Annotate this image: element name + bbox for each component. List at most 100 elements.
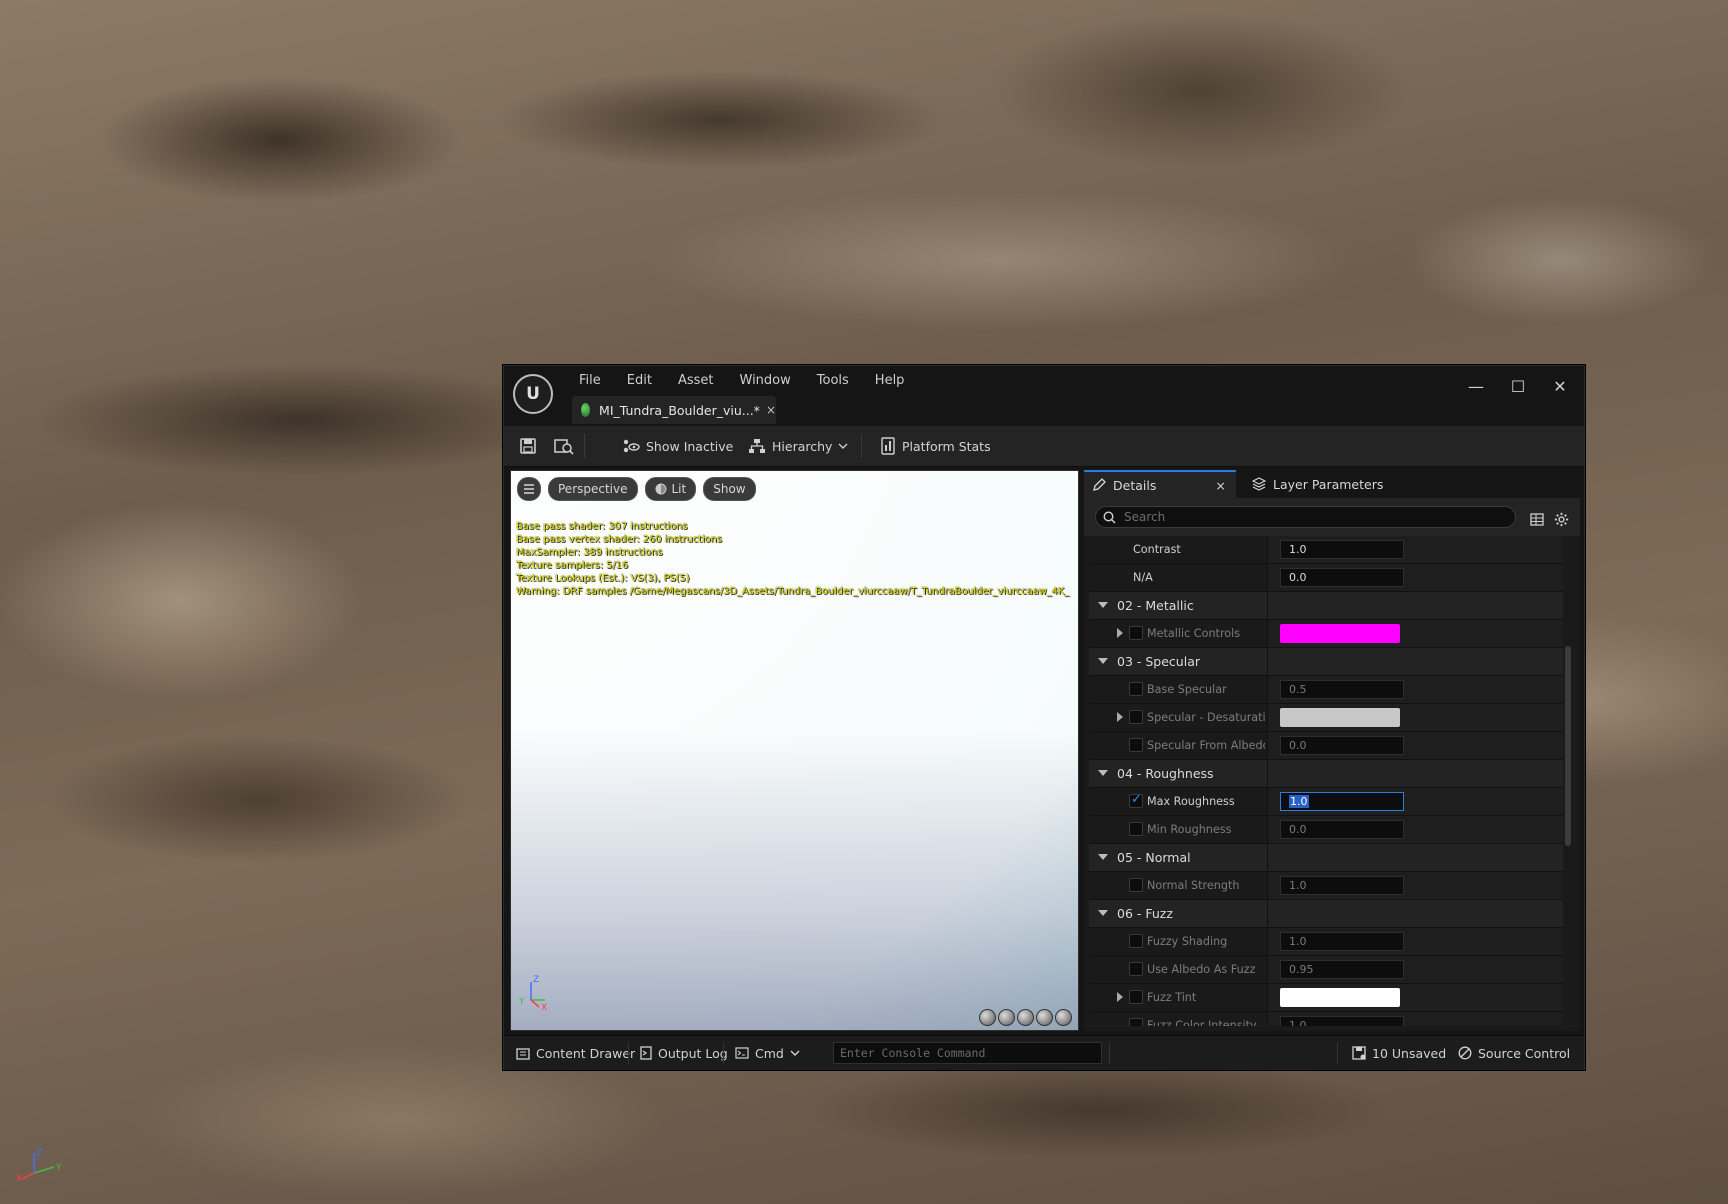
category-label: 02 - Metallic bbox=[1117, 598, 1194, 613]
menu-asset[interactable]: Asset bbox=[665, 372, 727, 390]
value-text: 1.0 bbox=[1289, 543, 1307, 556]
menu-tools[interactable]: Tools bbox=[804, 372, 862, 390]
cylinder-preview-icon[interactable] bbox=[979, 1009, 996, 1026]
override-checkbox[interactable] bbox=[1129, 738, 1143, 752]
asset-tab[interactable]: MI_Tundra_Boulder_viu...* × bbox=[572, 396, 776, 424]
override-checkbox[interactable] bbox=[1129, 822, 1143, 836]
close-tab-icon[interactable]: × bbox=[1215, 478, 1225, 493]
platform-stats-button[interactable]: Platform Stats bbox=[880, 426, 991, 466]
browse-icon bbox=[554, 439, 574, 455]
search-input[interactable] bbox=[1122, 509, 1506, 525]
value-field[interactable]: 1.0 bbox=[1280, 1016, 1404, 1026]
maximize-button[interactable]: ☐ bbox=[1498, 374, 1538, 398]
menu-help[interactable]: Help bbox=[862, 372, 918, 390]
tab-layer-parameters[interactable]: Layer Parameters bbox=[1252, 470, 1383, 498]
parameter-row: Base Specular 0.5 bbox=[1089, 676, 1563, 704]
tab-details-label: Details bbox=[1113, 477, 1157, 493]
category-header[interactable]: 05 - Normal bbox=[1089, 844, 1563, 872]
sphere-preview-icon[interactable] bbox=[998, 1009, 1015, 1026]
viewport-shading bbox=[511, 730, 1078, 1030]
value-field[interactable]: 1.0 bbox=[1280, 876, 1404, 895]
override-checkbox[interactable] bbox=[1129, 962, 1143, 976]
value-field[interactable]: 1.0 bbox=[1280, 792, 1404, 811]
perspective-button[interactable]: Perspective bbox=[548, 477, 638, 501]
override-checkbox[interactable] bbox=[1129, 1018, 1143, 1026]
table-view-icon[interactable] bbox=[1529, 511, 1545, 527]
layers-icon bbox=[1252, 477, 1266, 491]
collapse-arrow-icon[interactable] bbox=[1098, 602, 1108, 608]
stat-line: Warning: DRF samples /Game/Megascans/3D_… bbox=[516, 586, 1070, 597]
value-field[interactable]: 0.95 bbox=[1280, 960, 1404, 979]
override-checkbox[interactable] bbox=[1129, 934, 1143, 948]
source-control-button[interactable]: Source Control bbox=[1458, 1036, 1570, 1070]
value-field[interactable]: 1.0 bbox=[1280, 932, 1404, 951]
tab-layer-parameters-label: Layer Parameters bbox=[1273, 476, 1384, 492]
output-log-button[interactable]: Output Log bbox=[640, 1036, 728, 1070]
expand-arrow-icon[interactable] bbox=[1117, 712, 1123, 722]
viewport-menu-button[interactable] bbox=[517, 477, 541, 501]
cube-preview-icon[interactable] bbox=[1036, 1009, 1053, 1026]
details-scrollbar[interactable] bbox=[1565, 536, 1571, 1026]
menu-file[interactable]: File bbox=[566, 372, 614, 390]
override-checkbox[interactable] bbox=[1129, 878, 1143, 892]
tab-details[interactable]: Details × bbox=[1084, 470, 1236, 498]
expand-arrow-icon[interactable] bbox=[1117, 992, 1123, 1002]
material-preview-viewport[interactable]: Perspective Lit Show Base pass shader: 3… bbox=[510, 470, 1079, 1031]
color-swatch[interactable] bbox=[1280, 708, 1400, 727]
override-checkbox[interactable] bbox=[1129, 792, 1143, 808]
color-swatch[interactable] bbox=[1280, 624, 1400, 643]
expand-arrow-icon[interactable] bbox=[1117, 628, 1123, 638]
lit-button[interactable]: Lit bbox=[644, 477, 697, 501]
console-command-field bbox=[833, 1042, 1102, 1064]
minimize-button[interactable]: — bbox=[1456, 374, 1496, 398]
save-icon bbox=[520, 438, 536, 454]
value-text: 1.0 bbox=[1289, 935, 1307, 948]
category-header[interactable]: 03 - Specular bbox=[1089, 648, 1563, 676]
unsaved-button[interactable]: 10 Unsaved bbox=[1352, 1036, 1446, 1070]
close-tab-icon[interactable]: × bbox=[766, 403, 776, 417]
browse-asset-button[interactable] bbox=[554, 426, 574, 466]
override-checkbox[interactable] bbox=[1129, 990, 1143, 1004]
category-value-cell bbox=[1267, 760, 1563, 787]
category-header[interactable]: 06 - Fuzz bbox=[1089, 900, 1563, 928]
override-checkbox[interactable] bbox=[1129, 626, 1143, 640]
save-button[interactable] bbox=[519, 426, 537, 466]
category-value-cell bbox=[1267, 900, 1563, 927]
value-field[interactable]: 1.0 bbox=[1280, 540, 1404, 559]
status-bar: Content Drawer Output Log Cmd 10 Unsaved… bbox=[504, 1035, 1584, 1070]
collapse-arrow-icon[interactable] bbox=[1098, 770, 1108, 776]
category-header[interactable]: 04 - Roughness bbox=[1089, 760, 1563, 788]
category-header[interactable]: 02 - Metallic bbox=[1089, 592, 1563, 620]
color-swatch[interactable] bbox=[1280, 988, 1400, 1007]
menu-edit[interactable]: Edit bbox=[614, 372, 665, 390]
teapot-preview-icon[interactable] bbox=[1055, 1009, 1072, 1026]
value-field[interactable]: 0.5 bbox=[1280, 680, 1404, 699]
parameter-value-cell: 0.0 bbox=[1267, 564, 1563, 591]
override-checkbox[interactable] bbox=[1129, 682, 1143, 696]
collapse-arrow-icon[interactable] bbox=[1098, 910, 1108, 916]
pencil-icon bbox=[1093, 478, 1106, 491]
parameter-label: Specular - Desaturation bbox=[1147, 711, 1265, 724]
close-window-button[interactable]: ✕ bbox=[1540, 374, 1580, 398]
content-drawer-button[interactable]: Content Drawer bbox=[516, 1036, 635, 1070]
override-checkbox[interactable] bbox=[1129, 710, 1143, 724]
collapse-arrow-icon[interactable] bbox=[1098, 658, 1108, 664]
show-button[interactable]: Show bbox=[703, 477, 756, 501]
parameter-row: Specular From Albedo... 0.0 bbox=[1089, 732, 1563, 760]
unreal-logo-icon[interactable]: U bbox=[513, 374, 553, 414]
parameter-value-cell: 1.0 bbox=[1267, 872, 1563, 899]
parameter-row: Max Roughness 1.0 bbox=[1089, 788, 1563, 816]
console-command-input[interactable] bbox=[834, 1045, 1092, 1061]
value-field[interactable]: 0.0 bbox=[1280, 568, 1404, 587]
value-field[interactable]: 0.0 bbox=[1280, 820, 1404, 839]
plane-preview-icon[interactable] bbox=[1017, 1009, 1034, 1026]
menu-window[interactable]: Window bbox=[727, 372, 804, 390]
value-field[interactable]: 0.0 bbox=[1280, 736, 1404, 755]
show-inactive-button[interactable]: Show Inactive bbox=[622, 426, 733, 466]
hierarchy-dropdown[interactable]: Hierarchy bbox=[748, 426, 848, 466]
scrollbar-thumb[interactable] bbox=[1565, 646, 1571, 846]
menu-bar: File Edit Asset Window Tools Help bbox=[566, 372, 917, 390]
collapse-arrow-icon[interactable] bbox=[1098, 854, 1108, 860]
settings-gear-icon[interactable] bbox=[1553, 511, 1569, 527]
cmd-dropdown[interactable]: Cmd bbox=[735, 1036, 800, 1070]
